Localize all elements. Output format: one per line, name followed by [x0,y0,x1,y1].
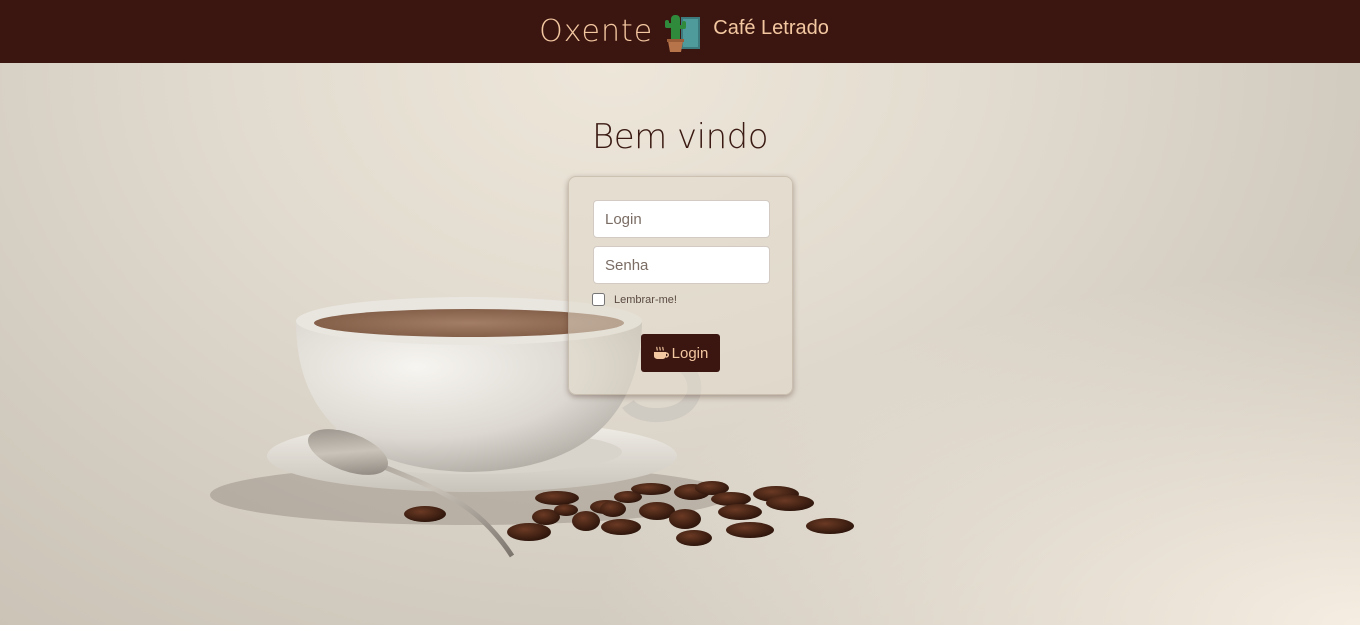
brand-name: Oxente [539,14,654,49]
remember-me-checkbox[interactable] [592,293,605,306]
password-input[interactable] [593,246,770,284]
remember-me-label: Lembrar-me! [614,293,677,306]
brand-subtitle: Café Letrado [713,17,829,39]
top-navbar: Oxente Café Letrado [0,0,1360,63]
remember-me[interactable]: Lembrar-me! [592,293,677,306]
cactus-book-logo [665,14,701,52]
coffee-cup-icon [653,346,669,359]
page-title: Bem vindo [591,117,769,157]
login-button[interactable]: Login [641,334,720,372]
login-form: Lembrar-me! Login [568,176,793,395]
login-input[interactable] [593,200,770,238]
login-button-label: Login [671,344,709,362]
brand[interactable]: Oxente Café Letrado [539,11,829,53]
